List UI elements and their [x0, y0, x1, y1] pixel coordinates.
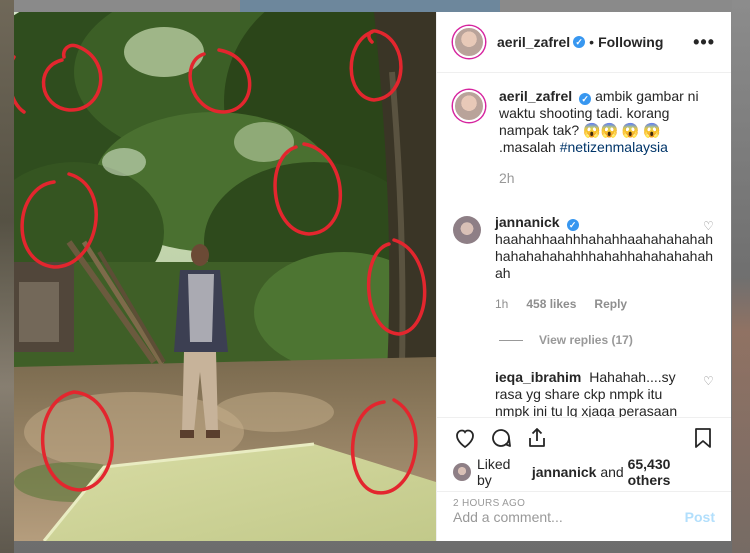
view-replies-button[interactable]: View replies (17) [499, 333, 715, 347]
post-side-panel: aeril_zafrel ✓ • Following ••• aeril_zaf… [436, 12, 731, 541]
backdrop-edge-left [0, 0, 14, 553]
post-header: aeril_zafrel ✓ • Following ••• [437, 12, 731, 73]
caption-hashtag[interactable]: #netizenmalaysia [560, 139, 668, 155]
likes-count[interactable]: 65,430 others [628, 456, 715, 488]
add-comment-bar: Post [437, 491, 731, 541]
likes-prefix: Liked by [477, 456, 511, 488]
post-comment-button[interactable]: Post [685, 509, 715, 525]
following-button[interactable]: Following [598, 34, 663, 50]
comment-username[interactable]: jannanick [495, 214, 560, 230]
post-modal: aeril_zafrel ✓ • Following ••• aeril_zaf… [14, 12, 731, 541]
comment-like-heart-icon[interactable]: ♡ [703, 375, 715, 387]
post-photo[interactable] [14, 12, 436, 541]
action-icons [453, 420, 715, 456]
heart-icon[interactable] [453, 426, 477, 450]
backdrop-edge-top [240, 0, 500, 12]
comment-avatar[interactable] [453, 216, 481, 244]
likes-user[interactable]: jannanick [532, 464, 597, 480]
comments-list[interactable]: aeril_zafrel ✓ ambik gambar ni waktu shoo… [437, 74, 731, 417]
likes-and: and [600, 464, 624, 480]
comment-avatar[interactable] [453, 371, 481, 399]
caption: aeril_zafrel ✓ ambik gambar ni waktu shoo… [453, 88, 715, 156]
caption-avatar[interactable] [453, 90, 485, 122]
bookmark-icon[interactable] [691, 426, 715, 450]
comment-like-heart-icon[interactable]: ♡ [703, 220, 715, 232]
comment-username[interactable]: ieqa_ibrahim [495, 369, 581, 385]
comment-likes[interactable]: 458 likes [526, 296, 576, 313]
verified-badge-icon: ✓ [566, 219, 579, 231]
comment-icon[interactable] [489, 426, 513, 450]
author-username[interactable]: aeril_zafrel [497, 34, 570, 50]
comment-item: ieqa_ibrahim Hahahah....sy rasa yg share… [453, 369, 715, 417]
liker-avatar[interactable] [453, 463, 471, 481]
likes-summary: Liked by jannanick and 65,430 others [453, 456, 715, 488]
reply-button[interactable]: Reply [594, 296, 627, 313]
header-separator: • [589, 34, 595, 50]
comment-meta: 1h 458 likes Reply [495, 296, 713, 313]
author-avatar[interactable] [453, 26, 485, 58]
add-comment-input[interactable] [453, 508, 685, 525]
backdrop-edge-right [732, 0, 750, 553]
verified-badge-icon: ✓ [573, 36, 586, 48]
comment-time[interactable]: 1h [495, 296, 508, 313]
replies-divider [499, 339, 523, 341]
share-icon[interactable] [525, 426, 549, 450]
caption-username[interactable]: aeril_zafrel [499, 88, 572, 104]
comment-text: haahahhaahhhahahhaahahahahah hahahahahah… [495, 231, 714, 281]
photo-illustration [14, 12, 436, 541]
more-options-icon[interactable]: ••• [693, 32, 715, 53]
view-replies-label[interactable]: View replies (17) [539, 333, 633, 347]
comment-item: jannanick ✓ haahahhaahhhahahhaahahahahah … [453, 214, 715, 313]
verified-badge-icon: ✓ [579, 93, 592, 105]
caption-time[interactable]: 2h [499, 170, 715, 186]
